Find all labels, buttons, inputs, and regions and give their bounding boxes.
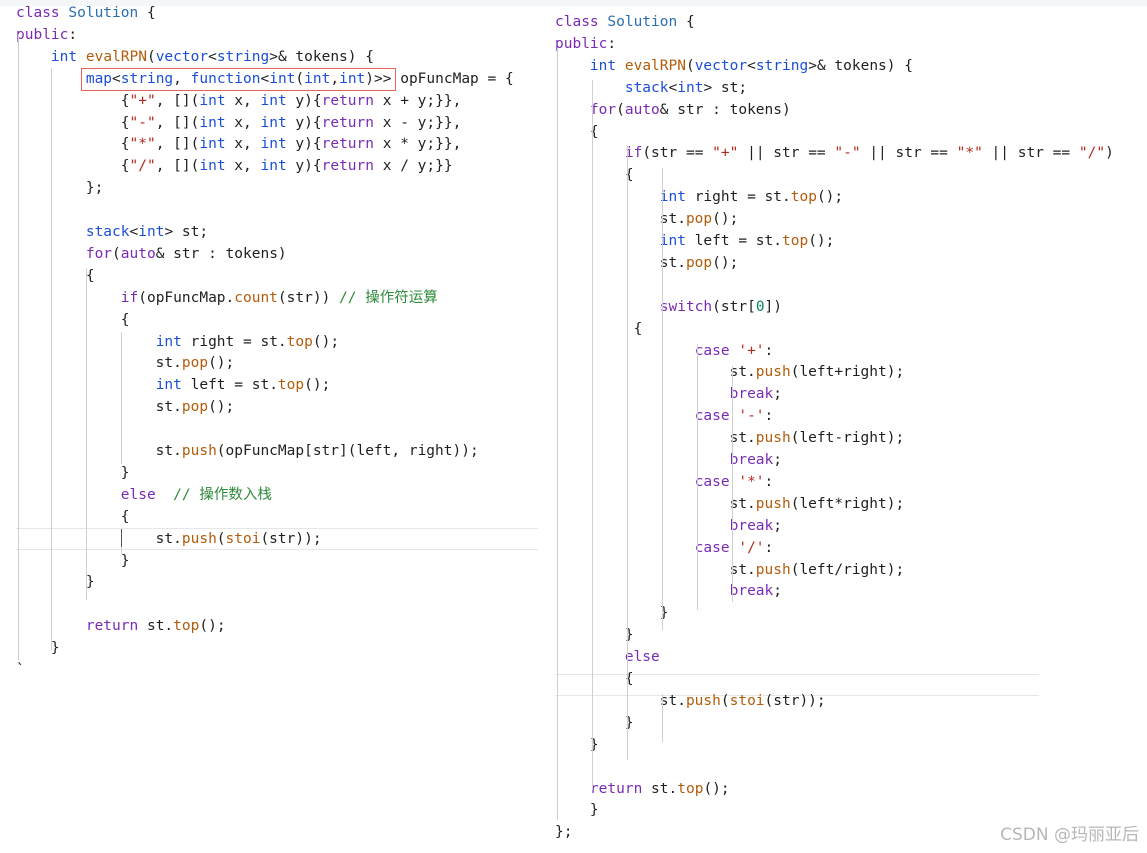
code-line[interactable]: { <box>16 267 95 285</box>
code-line[interactable]: { <box>16 311 130 329</box>
code-line[interactable]: int left = st.top(); <box>555 232 835 250</box>
code-line[interactable]: case '*': <box>555 473 774 491</box>
indent-guide <box>51 68 52 650</box>
code-line[interactable]: } <box>555 714 634 732</box>
code-line[interactable]: } <box>555 801 599 819</box>
code-line[interactable]: st.push(stoi(str)); <box>555 692 826 710</box>
code-line[interactable]: } <box>555 604 669 622</box>
left-code-panel[interactable]: class Solution { public: int evalRPN(vect… <box>0 0 540 690</box>
code-line[interactable]: int right = st.top(); <box>16 333 339 351</box>
code-line[interactable]: class Solution { <box>16 4 156 22</box>
code-line[interactable]: { <box>555 670 634 688</box>
code-line[interactable]: public: <box>555 35 616 53</box>
indent-guide <box>557 48 558 820</box>
code-line[interactable]: return st.top(); <box>555 780 730 798</box>
indent-guide <box>86 268 87 600</box>
code-line[interactable]: st.push(left-right); <box>555 429 905 447</box>
code-line[interactable]: int evalRPN(vector<string>& tokens) { <box>555 57 913 75</box>
code-line[interactable]: st.push(left/right); <box>555 561 905 579</box>
code-line[interactable]: switch(str[0]) <box>555 298 782 316</box>
code-line[interactable]: case '/': <box>555 539 774 557</box>
code-line[interactable]: public: <box>16 26 77 44</box>
code-line[interactable]: }; <box>555 823 572 841</box>
code-line[interactable]: break; <box>555 582 782 600</box>
indent-guide <box>627 146 628 760</box>
code-line[interactable]: break; <box>555 451 782 469</box>
code-line[interactable]: } <box>16 552 130 570</box>
indent-guide <box>732 366 733 602</box>
code-line[interactable]: {"+", [](int x, int y){return x + y;}}, <box>16 92 462 110</box>
code-line[interactable]: st.push(stoi(str)); <box>16 530 322 548</box>
code-line[interactable]: st.pop(); <box>555 254 739 272</box>
code-line[interactable]: break; <box>555 517 782 535</box>
code-line[interactable]: int evalRPN(vector<string>& tokens) { <box>16 48 374 66</box>
code-line[interactable]: } <box>16 639 60 657</box>
code-line[interactable]: if(opFuncMap.count(str)) // 操作符运算 <box>16 289 438 307</box>
indent-guide <box>662 168 663 630</box>
code-line[interactable]: case '+': <box>555 342 774 360</box>
indent-guide <box>121 332 122 464</box>
code-line[interactable]: st.push(left*right); <box>555 495 905 513</box>
code-line[interactable]: {"-", [](int x, int y){return x - y;}}, <box>16 114 462 132</box>
code-line[interactable]: stack<int> st; <box>555 79 747 97</box>
code-line[interactable]: } <box>16 464 130 482</box>
code-line[interactable]: {"/", [](int x, int y){return x / y;}} <box>16 157 453 175</box>
code-line[interactable]: int right = st.top(); <box>555 188 843 206</box>
code-line[interactable]: break; <box>555 385 782 403</box>
highlight-box <box>81 68 396 91</box>
code-line[interactable]: {"*", [](int x, int y){return x * y;}}, <box>16 135 462 153</box>
text-cursor <box>121 529 122 547</box>
code-line[interactable]: int left = st.top(); <box>16 376 331 394</box>
indent-guide <box>18 34 19 660</box>
indent-guide <box>592 80 593 790</box>
indent-guide <box>662 694 663 742</box>
code-line[interactable]: }; <box>16 179 103 197</box>
code-line[interactable]: class Solution { <box>555 13 695 31</box>
code-line[interactable]: stack<int> st; <box>16 223 208 241</box>
code-line[interactable]: case '-': <box>555 407 774 425</box>
watermark: CSDN @玛丽亚后 <box>1000 825 1139 845</box>
code-line[interactable]: st.pop(); <box>16 354 235 372</box>
code-line[interactable]: st.pop(); <box>16 398 235 416</box>
code-line[interactable]: st.pop(); <box>555 210 739 228</box>
code-line[interactable]: else <box>555 648 660 666</box>
code-line[interactable]: { <box>16 508 130 526</box>
code-line[interactable]: if(str == "+" || str == "-" || str == "*… <box>555 144 1114 162</box>
code-line[interactable]: st.push(left+right); <box>555 363 905 381</box>
code-line[interactable]: { <box>555 320 643 338</box>
indent-guide <box>697 344 698 610</box>
code-line[interactable]: { <box>555 166 634 184</box>
code-line[interactable]: for(auto& str : tokens) <box>16 245 287 263</box>
code-line[interactable]: return st.top(); <box>16 617 226 635</box>
code-line[interactable]: } <box>555 626 634 644</box>
code-line[interactable]: else // 操作数入栈 <box>16 486 272 504</box>
code-line[interactable]: for(auto& str : tokens) <box>555 101 791 119</box>
code-line[interactable]: } <box>16 573 95 591</box>
right-code-panel[interactable]: class Solution { public: int evalRPN(vect… <box>545 0 1147 853</box>
code-line[interactable]: ` <box>16 661 25 679</box>
